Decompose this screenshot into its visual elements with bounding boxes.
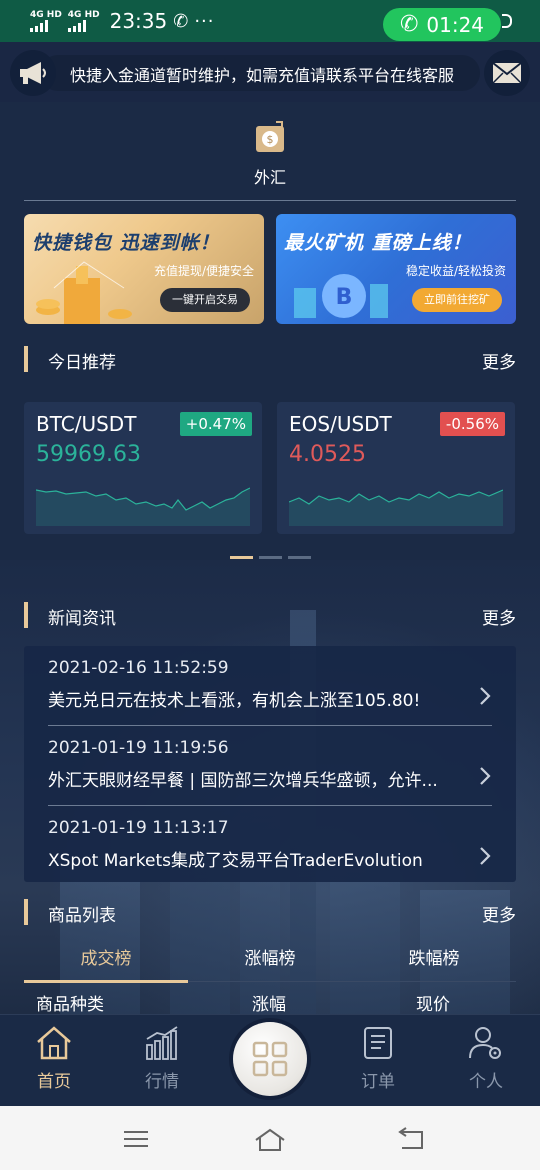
recommend-section-header: 今日推荐 更多 bbox=[24, 344, 516, 374]
market-price: 4.0525 bbox=[289, 442, 366, 467]
change-badge: +0.47% bbox=[179, 412, 252, 436]
news-title: XSpot Markets集成了交易平台TraderEvolution bbox=[48, 851, 423, 871]
signal-indicator-1: 4G HD bbox=[30, 10, 62, 32]
market-card-eos[interactable]: EOS/USDT -0.56% 4.0525 bbox=[277, 402, 515, 534]
products-section-header: 商品列表 更多 bbox=[24, 897, 516, 927]
nav-market[interactable]: 行情 bbox=[122, 1025, 202, 1092]
tab-gainers[interactable]: 涨幅榜 bbox=[188, 944, 352, 969]
chevron-right-icon bbox=[480, 767, 491, 785]
column-header-change: 涨幅 bbox=[252, 995, 286, 1015]
svg-text:$: $ bbox=[267, 133, 274, 146]
user-settings-icon bbox=[469, 1027, 501, 1059]
forex-label[interactable]: 外汇 bbox=[220, 164, 320, 188]
nav-home[interactable]: 首页 bbox=[14, 1025, 94, 1092]
notice-text[interactable]: 快捷入金通道暂时维护，如需充值请联系平台在线客服 bbox=[70, 62, 474, 86]
tab-volume[interactable]: 成交榜 bbox=[24, 944, 188, 969]
news-section-header: 新闻资讯 更多 bbox=[24, 600, 516, 630]
chevron-right-icon bbox=[480, 847, 491, 865]
clock: 23:35 bbox=[109, 9, 168, 33]
menu-icon[interactable] bbox=[118, 1124, 154, 1154]
section-title: 新闻资讯 bbox=[48, 609, 116, 629]
phone-icon: ✆ bbox=[173, 10, 189, 32]
chevron-right-icon bbox=[480, 687, 491, 705]
news-date: 2021-01-19 11:13:17 bbox=[48, 818, 229, 838]
back-icon[interactable] bbox=[394, 1124, 430, 1154]
news-item[interactable]: 2021-01-19 11:19:56 外汇天眼财经早餐 | 国防部三次增兵华盛… bbox=[48, 726, 492, 806]
nav-profile[interactable]: 个人 bbox=[446, 1025, 526, 1092]
notice-bar: 快捷入金通道暂时维护，如需充值请联系平台在线客服 bbox=[0, 42, 540, 102]
system-navigation-bar bbox=[0, 1106, 540, 1170]
news-title: 外汇天眼财经早餐 | 国防部三次增兵华盛顿，允许... bbox=[48, 771, 438, 791]
mining-illustration-icon: B bbox=[294, 274, 388, 318]
forex-icon[interactable]: $ bbox=[252, 120, 288, 156]
system-status-bar: 4G HD 4G HD 23:35 ✆ ··· ✆ 01:24 bbox=[0, 0, 540, 42]
news-item[interactable]: 2021-02-16 11:52:59 美元兑日元在技术上看涨，有机会上涨至10… bbox=[48, 646, 492, 726]
center-grid-button[interactable] bbox=[233, 1022, 307, 1096]
megaphone-icon bbox=[10, 50, 56, 96]
nav-label: 首页 bbox=[37, 1072, 71, 1092]
recommend-more-link[interactable]: 更多 bbox=[482, 348, 516, 373]
svg-text:B: B bbox=[336, 285, 353, 310]
nav-orders[interactable]: 订单 bbox=[338, 1025, 418, 1092]
banner-subtitle: 稳定收益/轻松投资 bbox=[405, 264, 506, 278]
call-phone-icon: ✆ bbox=[399, 12, 419, 37]
divider bbox=[24, 200, 516, 201]
news-item[interactable]: 2021-01-19 11:13:17 XSpot Markets集成了交易平台… bbox=[48, 806, 492, 886]
sparkline-chart bbox=[36, 487, 250, 526]
banner-subtitle: 充值提现/便捷安全 bbox=[153, 264, 254, 278]
banner-quick-wallet[interactable]: 快捷钱包 迅速到帐！ 充值提现/便捷安全 一键开启交易 bbox=[24, 214, 264, 324]
sparkline-chart bbox=[289, 489, 503, 526]
nav-label: 订单 bbox=[361, 1072, 395, 1092]
more-dots-icon: ··· bbox=[194, 10, 215, 32]
orders-scroll-icon bbox=[364, 1027, 392, 1059]
market-pair: EOS/USDT bbox=[289, 412, 392, 436]
ongoing-call-pill[interactable]: ✆ 01:24 bbox=[383, 8, 501, 41]
products-more-link[interactable]: 更多 bbox=[482, 901, 516, 926]
home-icon bbox=[37, 1026, 71, 1060]
active-tab-indicator bbox=[24, 980, 188, 983]
market-chart-icon bbox=[146, 1026, 178, 1060]
news-title: 美元兑日元在技术上看涨，有机会上涨至105.80! bbox=[48, 691, 421, 711]
section-title: 商品列表 bbox=[48, 906, 116, 926]
coins-illustration-icon bbox=[36, 261, 132, 324]
nav-label: 行情 bbox=[145, 1072, 179, 1092]
tab-losers[interactable]: 跌幅榜 bbox=[352, 944, 516, 969]
news-list: 2021-02-16 11:52:59 美元兑日元在技术上看涨，有机会上涨至10… bbox=[24, 646, 516, 882]
signal-indicator-2: 4G HD bbox=[67, 10, 100, 32]
section-title: 今日推荐 bbox=[48, 353, 116, 373]
banner-title: 快捷钱包 迅速到帐！ bbox=[32, 232, 220, 254]
home-button-icon[interactable] bbox=[252, 1124, 288, 1154]
carousel-indicator bbox=[230, 556, 311, 559]
news-date: 2021-01-19 11:19:56 bbox=[48, 738, 229, 758]
battery-icon bbox=[502, 14, 512, 28]
nav-label: 个人 bbox=[469, 1072, 503, 1092]
change-badge: -0.56% bbox=[439, 412, 505, 436]
market-card-btc[interactable]: BTC/USDT +0.47% 59969.63 bbox=[24, 402, 262, 534]
mail-icon[interactable] bbox=[484, 50, 530, 96]
go-mining-button[interactable]: 立即前往挖矿 bbox=[412, 288, 502, 312]
news-more-link[interactable]: 更多 bbox=[482, 604, 516, 629]
column-header-product: 商品种类 bbox=[36, 995, 104, 1015]
banner-title: 最火矿机 重磅上线！ bbox=[284, 232, 472, 254]
market-pair: BTC/USDT bbox=[36, 412, 137, 436]
start-trading-button[interactable]: 一键开启交易 bbox=[160, 288, 250, 312]
banner-mining[interactable]: B 最火矿机 重磅上线！ 稳定收益/轻松投资 立即前往挖矿 bbox=[276, 214, 516, 324]
product-tabs: 成交榜 涨幅榜 跌幅榜 bbox=[24, 938, 516, 984]
news-date: 2021-02-16 11:52:59 bbox=[48, 658, 229, 678]
column-header-price: 现价 bbox=[416, 995, 450, 1015]
grid-icon bbox=[252, 1041, 288, 1077]
market-price: 59969.63 bbox=[36, 442, 141, 467]
call-timer: 01:24 bbox=[426, 12, 485, 37]
